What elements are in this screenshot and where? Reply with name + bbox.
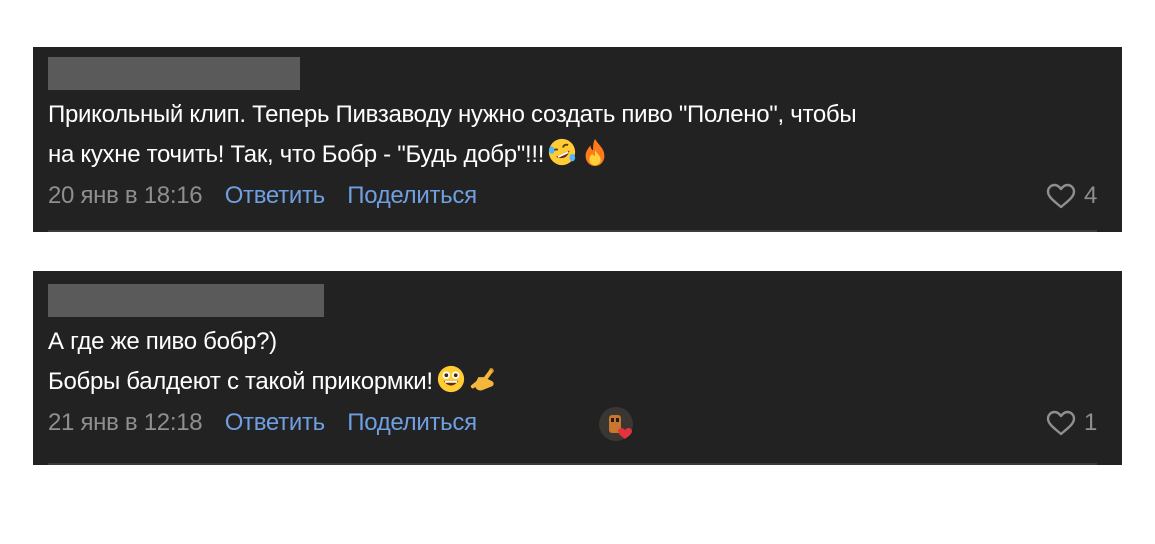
comment-timestamp[interactable]: 20 янв в 18:16 [48,182,203,209]
call-me-hand-emoji [470,368,494,391]
like-button[interactable]: 1 [1046,407,1097,439]
comment-text-line: А где же пиво бобр?) [48,328,277,355]
like-count: 1 [1083,409,1097,436]
comment-card: А где же пиво бобр?) Бобры балдеют с так… [33,271,1122,465]
reply-link[interactable]: Ответить [225,182,325,209]
comment-meta: 21 янв в 12:18 Ответить Поделиться 1 [48,406,1097,442]
author-name-redacted[interactable] [48,284,324,317]
heart-icon [1046,183,1076,209]
comment-text-line: Бобры балдеют с такой прикормки! [48,362,1082,402]
share-link[interactable]: Поделиться [347,182,477,209]
rolling-on-floor-laughing-emoji [549,138,576,166]
comment-text-line-content: на кухне точить! Так, что Бобр - "Будь д… [48,141,545,168]
fire-emoji [585,138,605,167]
comment-text-line: на кухне точить! Так, что Бобр - "Будь д… [48,135,1082,175]
comment-text: Прикольный клип. Теперь Пивзаводу нужно … [48,95,1082,175]
reply-link[interactable]: Ответить [225,409,325,436]
share-link[interactable]: Поделиться [347,409,477,436]
comment-timestamp[interactable]: 21 янв в 12:18 [48,409,203,436]
comment-meta: 20 янв в 18:16 Ответить Поделиться 4 [48,180,1097,212]
comment-text-line-content: Бобры балдеют с такой прикормки! [48,368,433,395]
author-name-redacted[interactable] [48,57,300,90]
like-count: 4 [1083,182,1097,209]
comment-divider [48,230,1097,232]
comment-card: Прикольный клип. Теперь Пивзаводу нужно … [33,47,1122,232]
like-button[interactable]: 4 [1046,180,1097,212]
comment-divider [48,463,1097,465]
heart-icon [1046,410,1076,436]
comment-text-line: Прикольный клип. Теперь Пивзаводу нужно … [48,101,857,128]
comment-text: А где же пиво бобр?) Бобры балдеют с так… [48,322,1082,402]
author-liked-avatar[interactable] [598,406,638,442]
grinning-face-emoji [437,365,464,393]
